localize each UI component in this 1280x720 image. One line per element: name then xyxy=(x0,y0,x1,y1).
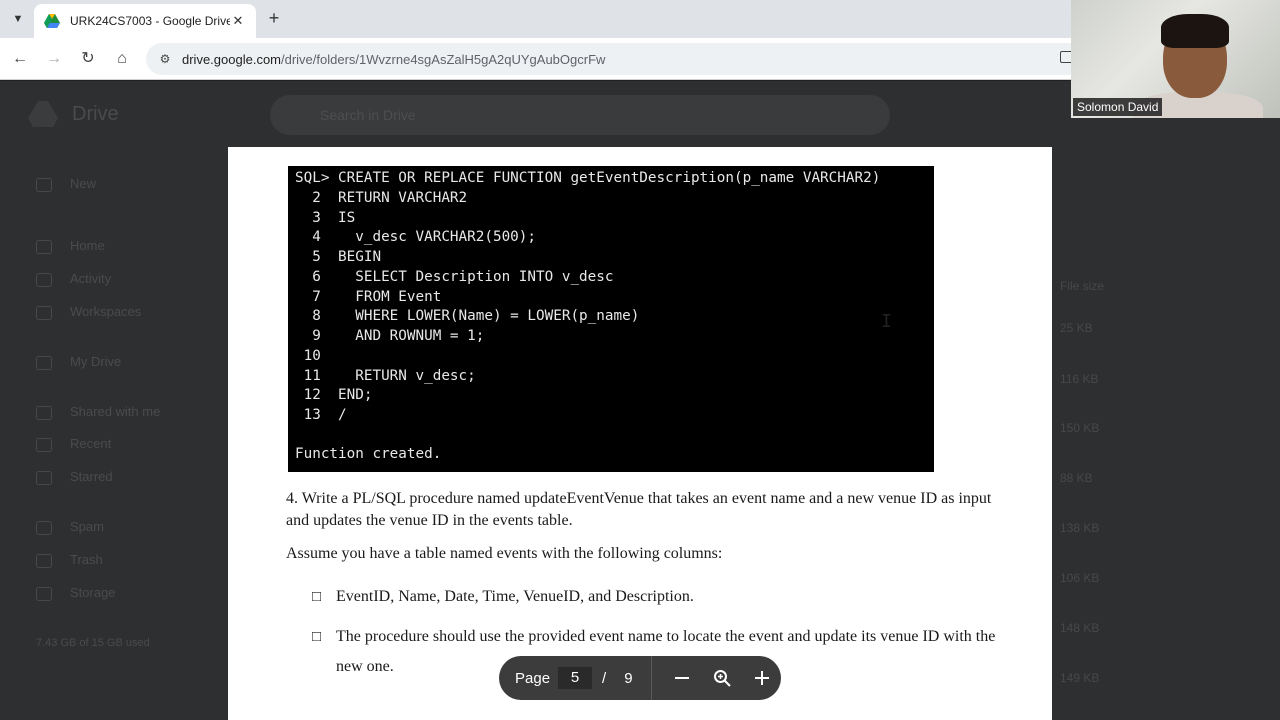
zoom-out-minus-icon[interactable] xyxy=(672,668,692,688)
file-size-cell: 25 KB xyxy=(1060,321,1093,335)
participant-name-label: Solomon David xyxy=(1073,98,1163,116)
drive-folder-icon xyxy=(36,355,52,370)
page-number-input[interactable]: 5 xyxy=(558,667,593,689)
drive-logo-icon xyxy=(28,101,58,127)
code-line: 8 WHERE LOWER(Name) = LOWER(p_name) xyxy=(295,308,640,325)
sidebar-item-starred[interactable]: Starred xyxy=(36,469,113,485)
assume-text: Assume you have a table named events wit… xyxy=(286,545,723,562)
sidebar-item-trash[interactable]: Trash xyxy=(36,552,103,568)
code-line: 5 BEGIN xyxy=(295,249,382,265)
sidebar-item-recent[interactable]: Recent xyxy=(36,436,111,452)
url-field[interactable]: ⚙ drive.google.com/drive/folders/1Wvzrne… xyxy=(146,43,1086,75)
bullet-text: EventID, Name, Date, Time, VenueID, and … xyxy=(336,588,694,605)
plus-icon xyxy=(754,671,769,685)
clock-icon xyxy=(36,437,52,452)
file-size-cell: 149 KB xyxy=(1060,671,1100,685)
page-label: Page xyxy=(515,669,551,687)
sidebar-item-workspaces[interactable]: Workspaces xyxy=(36,304,141,320)
reload-icon[interactable]: ↻ xyxy=(78,49,98,69)
tab-google-drive[interactable]: URK24CS7003 - Google Drive ✕ xyxy=(34,4,256,38)
people-icon xyxy=(36,405,52,420)
sidebar-item-shared[interactable]: Shared with me xyxy=(36,404,160,420)
code-line: 11 RETURN v_desc; xyxy=(295,367,476,384)
site-info-icon[interactable]: ⚙ xyxy=(156,50,174,68)
new-button[interactable]: New xyxy=(36,176,96,192)
sidebar-item-activity[interactable]: Activity xyxy=(36,271,111,287)
code-line: 9 AND ROWNUM = 1; xyxy=(295,328,485,344)
bullet-icon: □ xyxy=(312,629,322,645)
star-icon xyxy=(36,470,52,485)
sidebar-item-spam[interactable]: Spam xyxy=(36,519,104,535)
back-icon[interactable]: ← xyxy=(10,49,30,69)
toolbar-divider xyxy=(650,656,652,700)
code-line: 10 xyxy=(295,347,321,364)
bullet-icon: □ xyxy=(312,589,322,605)
code-line: 7 FROM Event xyxy=(295,288,442,305)
trash-icon xyxy=(36,553,52,568)
workspaces-icon xyxy=(36,305,52,320)
zoom-magnifier-icon[interactable] xyxy=(712,668,732,688)
sidebar-item-my-drive[interactable]: My Drive xyxy=(36,354,121,370)
sql-code-screenshot: SQL> CREATE OR REPLACE FUNCTION getEvent… xyxy=(288,166,934,472)
bell-icon xyxy=(36,272,52,287)
file-size-cell: 106 KB xyxy=(1060,571,1100,585)
drive-app-name: Drive xyxy=(72,103,119,125)
code-line: 2 RETURN VARCHAR2 xyxy=(295,189,468,206)
home-icon[interactable]: ⌂ xyxy=(112,49,132,69)
column-header-file-size[interactable]: File size xyxy=(1060,279,1104,293)
page-separator: / xyxy=(602,669,607,687)
sidebar-item-home[interactable]: Home xyxy=(36,238,105,254)
tab-search-chevron-icon[interactable]: ▼ xyxy=(8,9,28,29)
sidebar-item-storage[interactable]: Storage xyxy=(36,585,116,601)
code-line: 3 IS xyxy=(295,209,356,226)
home-nav-icon xyxy=(36,239,52,254)
new-tab-icon[interactable]: + xyxy=(264,8,284,28)
magnifier-icon xyxy=(713,670,731,687)
participant-hair xyxy=(1161,14,1229,48)
file-size-cell: 148 KB xyxy=(1060,621,1100,635)
code-line: 4 v_desc VARCHAR2(500); xyxy=(295,229,537,246)
zoom-in-plus-icon[interactable] xyxy=(752,668,772,688)
storage-usage-text: 7.43 GB of 15 GB used xyxy=(36,637,150,649)
cloud-icon xyxy=(36,586,52,601)
question-text: 4. Write a PL/SQL procedure named update… xyxy=(286,490,992,529)
drive-favicon-icon xyxy=(44,14,60,28)
file-size-cell: 150 KB xyxy=(1060,421,1100,435)
code-line: 13 / xyxy=(295,407,347,423)
text-cursor-icon: I xyxy=(881,311,892,332)
page-total: 9 xyxy=(624,669,633,687)
webcam-video: Solomon David xyxy=(1071,0,1280,118)
plus-icon xyxy=(36,177,52,192)
pdf-page-toolbar: Page 5 / 9 xyxy=(499,656,781,700)
code-line: 6 SELECT Description INTO v_desc xyxy=(295,268,614,285)
tab-title: URK24CS7003 - Google Drive xyxy=(70,14,230,28)
forward-icon[interactable]: → xyxy=(44,49,64,69)
file-size-cell: 88 KB xyxy=(1060,471,1093,485)
url-text: drive.google.com/drive/folders/1Wvzrne4s… xyxy=(182,51,606,67)
code-line: SQL> CREATE OR REPLACE FUNCTION getEvent… xyxy=(295,170,881,186)
spam-icon xyxy=(36,520,52,535)
file-size-cell: 138 KB xyxy=(1060,521,1100,535)
close-tab-icon[interactable]: ✕ xyxy=(230,13,246,29)
pdf-page: SQL> CREATE OR REPLACE FUNCTION getEvent… xyxy=(228,147,1052,720)
drive-search-input[interactable]: Search in Drive xyxy=(270,95,890,135)
code-result-line: Function created. xyxy=(295,446,442,463)
file-size-cell: 116 KB xyxy=(1060,372,1099,386)
minus-icon xyxy=(674,677,689,679)
code-line: 12 END; xyxy=(295,387,373,404)
